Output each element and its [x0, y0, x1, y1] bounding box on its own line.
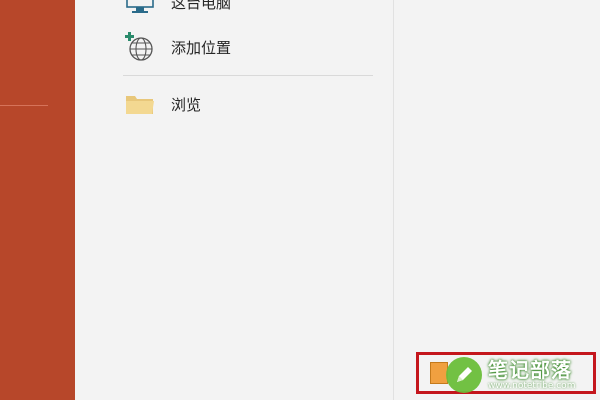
location-browse[interactable]: 浏览 — [123, 86, 373, 122]
folder-icon — [123, 88, 157, 120]
pen-icon — [446, 357, 482, 393]
pane-separator — [393, 0, 394, 400]
watermark-url: www.notetribe.com — [488, 380, 576, 391]
location-label: 这台电脑 — [171, 0, 232, 12]
add-globe-icon — [123, 31, 157, 63]
location-this-pc[interactable]: 这台电脑 — [123, 0, 373, 20]
watermark: 笔记部落 www.notetribe.com — [446, 352, 598, 398]
sidebar-divider — [0, 105, 48, 106]
backstage-sidebar — [0, 0, 75, 400]
computer-icon — [123, 0, 157, 18]
location-label: 添加位置 — [171, 38, 232, 57]
location-add-place[interactable]: 添加位置 — [123, 29, 373, 65]
watermark-title: 笔记部落 — [488, 357, 572, 382]
backstage-save-page: 这台电脑 添加位置 浏览 笔记部落 www.notetribe.com — [0, 0, 600, 400]
watermark-text: 笔记部落 www.notetribe.com — [488, 360, 575, 391]
list-divider — [123, 75, 373, 76]
location-label: 浏览 — [171, 95, 202, 114]
